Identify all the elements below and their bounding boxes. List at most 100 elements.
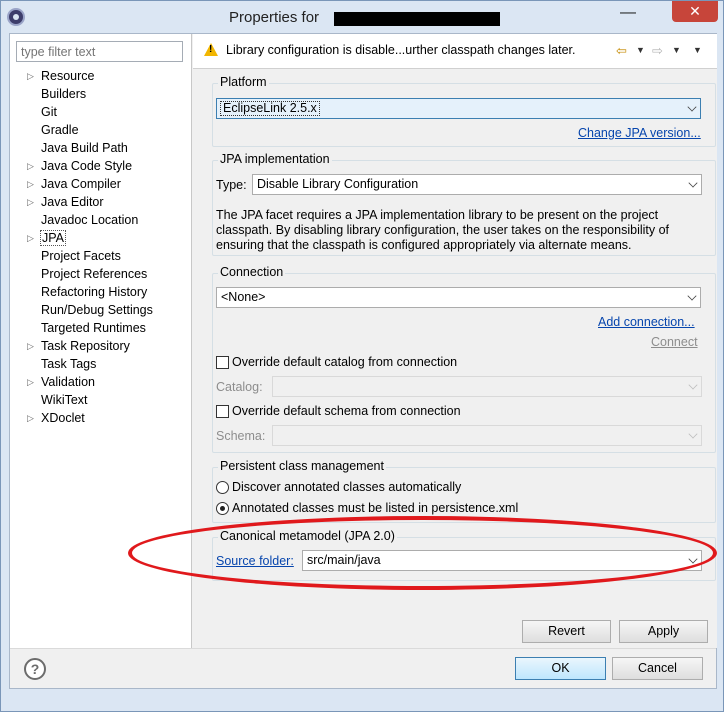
source-folder-combo[interactable]: src/main/java — [302, 550, 702, 571]
sidebar-item-label: Java Compiler — [41, 177, 121, 191]
expand-arrow-icon[interactable]: ▷ — [27, 193, 34, 211]
expand-arrow-icon[interactable]: ▷ — [27, 337, 34, 355]
forward-arrow-icon: ⇨ — [652, 43, 663, 58]
sidebar-item[interactable]: ▷ Java Code Style — [10, 157, 192, 175]
message-header: Library configuration is disable...urthe… — [193, 34, 717, 69]
connection-combo[interactable]: <None> — [216, 287, 701, 308]
sidebar-item[interactable]: Git — [10, 103, 192, 121]
jpa-page: Library configuration is disable...urthe… — [193, 34, 717, 648]
sidebar-item-label: Resource — [41, 69, 95, 83]
sidebar-item[interactable]: ▷ Resource — [10, 67, 192, 85]
platform-value: EclipseLink 2.5.x — [220, 101, 320, 116]
jpa-description: The JPA facet requires a JPA implementat… — [216, 208, 670, 252]
sidebar-item[interactable]: ▷ XDoclet — [10, 409, 192, 427]
sidebar-item-label: Java Code Style — [41, 159, 133, 173]
source-folder-link[interactable]: Source folder: — [216, 554, 294, 568]
type-value: Disable Library Configuration — [257, 177, 419, 191]
sidebar-item-label: Project Facets — [41, 249, 121, 263]
sidebar-item[interactable]: Task Tags — [10, 355, 192, 373]
sidebar-item-label: Task Repository — [41, 339, 130, 353]
sidebar-item-label: Validation — [41, 375, 95, 389]
override-schema-checkbox[interactable] — [216, 405, 229, 418]
window-title: Properties for — [229, 9, 320, 26]
sidebar-item[interactable]: WikiText — [10, 391, 192, 409]
back-dropdown-icon[interactable]: ▼ — [636, 45, 645, 55]
warning-icon — [204, 43, 218, 56]
connection-legend: Connection — [218, 265, 286, 279]
sidebar-item[interactable]: ▷ Validation — [10, 373, 192, 391]
sidebar-item-label: Java Editor — [41, 195, 104, 209]
sidebar-item-label: XDoclet — [41, 411, 85, 425]
chevron-down-icon — [687, 291, 697, 301]
chevron-down-icon — [687, 102, 697, 112]
expand-arrow-icon[interactable]: ▷ — [27, 409, 34, 427]
revert-button[interactable]: Revert — [522, 620, 611, 643]
sidebar-item-label: Git — [41, 105, 57, 119]
sidebar-item-label: Gradle — [41, 123, 79, 137]
expand-arrow-icon[interactable]: ▷ — [27, 67, 34, 85]
sidebar-item-label: Java Build Path — [41, 141, 128, 155]
override-schema-label: Override default schema from connection — [232, 404, 461, 418]
sidebar-item-label: Project References — [41, 267, 148, 281]
ok-button[interactable]: OK — [515, 657, 606, 680]
redacted-project-name — [334, 12, 500, 26]
sidebar-item[interactable]: Java Build Path — [10, 139, 192, 157]
view-menu-icon[interactable]: ▼ — [693, 45, 702, 55]
sidebar-item[interactable]: Run/Debug Settings — [10, 301, 192, 319]
add-connection-link[interactable]: Add connection... — [598, 315, 695, 329]
canonical-metamodel-legend: Canonical metamodel (JPA 2.0) — [218, 529, 397, 543]
expand-arrow-icon[interactable]: ▷ — [27, 373, 34, 391]
connect-link: Connect — [651, 335, 698, 349]
expand-arrow-icon[interactable]: ▷ — [27, 229, 34, 247]
listed-in-persistence-label: Annotated classes must be listed in pers… — [232, 501, 519, 515]
sidebar-item-label: JPA — [40, 230, 66, 246]
properties-dialog: Properties for — ✕ ▷ Resource Builders Git G… — [0, 0, 724, 712]
warning-message: Library configuration is disable...urthe… — [226, 43, 576, 57]
sidebar-item-label: WikiText — [41, 393, 88, 407]
sidebar-item-label: Builders — [41, 87, 87, 101]
source-folder-value: src/main/java — [307, 553, 381, 567]
sidebar-item[interactable]: ▷ JPA — [10, 229, 192, 247]
minimize-icon[interactable]: — — [615, 5, 641, 25]
schema-label: Schema: — [216, 429, 266, 443]
sidebar-item[interactable]: ▷ Task Repository — [10, 337, 192, 355]
chevron-down-icon — [688, 554, 698, 564]
sidebar-item[interactable]: Gradle — [10, 121, 192, 139]
discover-automatically-radio[interactable] — [216, 481, 229, 494]
forward-dropdown-icon: ▼ — [672, 45, 681, 55]
sidebar-item-label: Targeted Runtimes — [41, 321, 146, 335]
change-jpa-version-link[interactable]: Change JPA version... — [578, 126, 701, 140]
eclipse-app-icon — [7, 8, 25, 26]
sidebar-item-label: Refactoring History — [41, 285, 148, 299]
filter-input[interactable] — [16, 41, 183, 62]
cancel-button[interactable]: Cancel — [612, 657, 703, 680]
sidebar-item[interactable]: Refactoring History — [10, 283, 192, 301]
chevron-down-icon — [688, 380, 698, 390]
title-bar: Properties for — ✕ — [1, 1, 723, 35]
sidebar-item[interactable]: ▷ Java Editor — [10, 193, 192, 211]
sidebar-item[interactable]: ▷ Java Compiler — [10, 175, 192, 193]
help-icon[interactable]: ? — [24, 658, 46, 680]
sidebar-item[interactable]: Builders — [10, 85, 192, 103]
sidebar-item[interactable]: Targeted Runtimes — [10, 319, 192, 337]
sidebar-item[interactable]: Javadoc Location — [10, 211, 192, 229]
back-arrow-icon[interactable]: ⇦ — [616, 43, 627, 59]
sidebar-item-label: Task Tags — [41, 357, 97, 371]
sidebar-item[interactable]: Project References — [10, 265, 192, 283]
sidebar-item-label: Run/Debug Settings — [41, 303, 153, 317]
discover-automatically-label: Discover annotated classes automatically — [232, 480, 462, 494]
preference-tree: ▷ Resource Builders Git Gradle Java Build Pat… — [10, 67, 192, 427]
catalog-label: Catalog: — [216, 380, 263, 394]
expand-arrow-icon[interactable]: ▷ — [27, 175, 34, 193]
type-label: Type: — [216, 178, 247, 192]
platform-combo[interactable]: EclipseLink 2.5.x — [216, 98, 701, 119]
sidebar-item[interactable]: Project Facets — [10, 247, 192, 265]
override-catalog-checkbox[interactable] — [216, 356, 229, 369]
apply-button[interactable]: Apply — [619, 620, 708, 643]
listed-in-persistence-radio[interactable] — [216, 502, 229, 515]
close-icon[interactable]: ✕ — [672, 1, 718, 22]
type-combo[interactable]: Disable Library Configuration — [252, 174, 702, 195]
expand-arrow-icon[interactable]: ▷ — [27, 157, 34, 175]
connection-value: <None> — [221, 290, 266, 304]
chevron-down-icon — [688, 429, 698, 439]
